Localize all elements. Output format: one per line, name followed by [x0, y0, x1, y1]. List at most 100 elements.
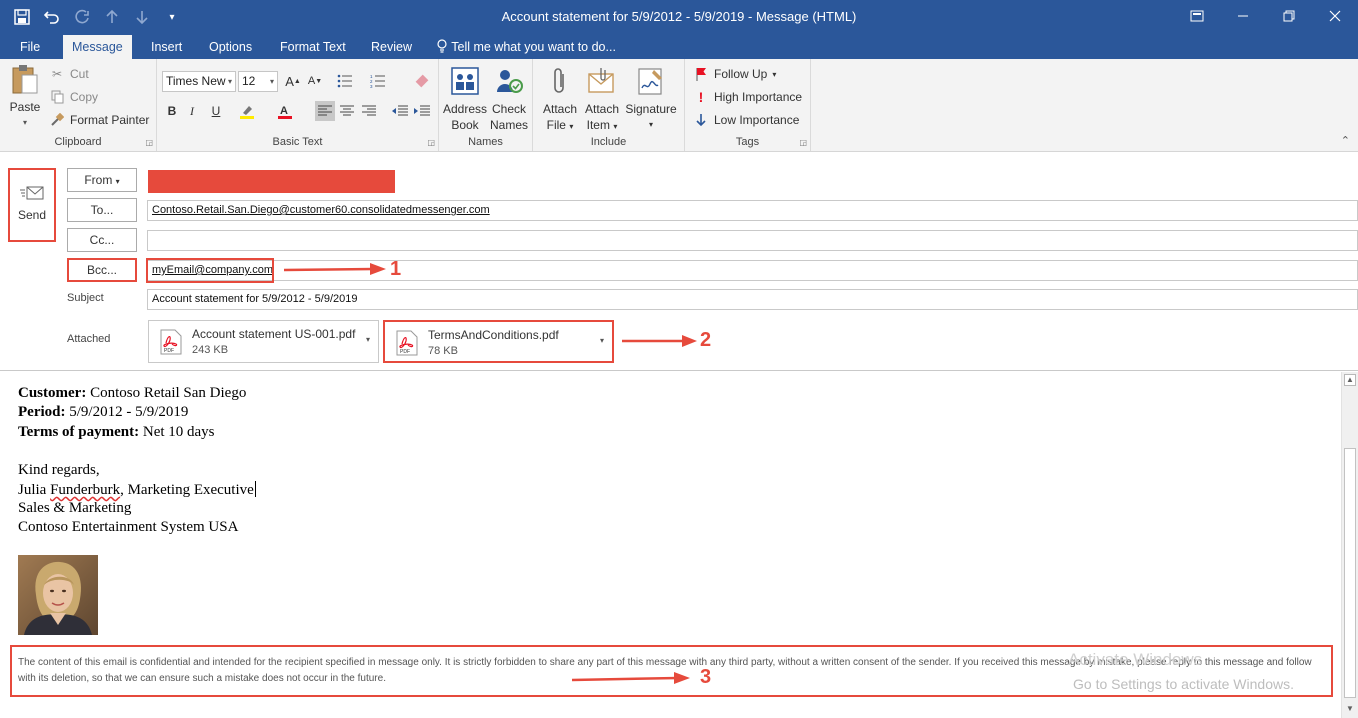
copy-label: Copy — [70, 90, 99, 104]
attach-file-label-2: File — [546, 118, 566, 132]
dialog-launcher-icon[interactable]: ◲ — [427, 138, 435, 147]
attach-item-label-1: Attach — [584, 102, 620, 116]
clipboard-group: Paste ▾ ✂ Cut Copy Format Painter Clipbo… — [0, 59, 157, 151]
follow-up-button[interactable]: Follow Up ▾ — [693, 66, 776, 82]
to-button[interactable]: To... — [67, 198, 137, 222]
align-right-icon[interactable] — [359, 101, 379, 121]
high-importance-button[interactable]: ! High Importance — [693, 89, 802, 105]
ribbon: Paste ▾ ✂ Cut Copy Format Painter Clipbo… — [0, 59, 1358, 152]
format-painter-button[interactable]: Format Painter — [49, 112, 149, 128]
chevron-down-icon[interactable]: ▾ — [366, 335, 370, 344]
tab-file[interactable]: File — [11, 35, 49, 59]
italic-icon[interactable]: I — [182, 101, 202, 121]
from-button[interactable]: From ▾ — [67, 168, 137, 192]
arrow-down-icon — [693, 112, 709, 128]
clear-formatting-icon[interactable] — [412, 71, 432, 91]
sig-last-name: Funderburk — [50, 482, 121, 498]
names-group: Address Book Check Names Names — [439, 59, 533, 151]
restore-icon[interactable] — [1266, 0, 1312, 32]
scissors-icon: ✂ — [51, 67, 63, 81]
signature-button[interactable]: Signature ▾ — [623, 65, 679, 133]
tab-insert[interactable]: Insert — [142, 35, 191, 59]
svg-text:PDF: PDF — [400, 349, 410, 355]
signature-label: Signature — [625, 102, 677, 116]
font-color-icon[interactable]: A — [275, 101, 295, 121]
chevron-down-icon: ▾ — [227, 77, 232, 86]
shrink-font-icon[interactable]: A ▼ — [305, 71, 325, 91]
align-left-icon[interactable] — [315, 101, 335, 121]
bullets-icon[interactable] — [335, 71, 355, 91]
terms-value: Net 10 days — [139, 424, 215, 440]
minimize-icon[interactable] — [1220, 0, 1266, 32]
annotation-number-3: 3 — [700, 666, 712, 688]
check-names-icon — [493, 65, 525, 97]
highlight-icon[interactable] — [237, 101, 257, 121]
scroll-up-icon[interactable]: ▲ — [1344, 374, 1356, 386]
attachment-item[interactable]: PDF Account statement US-001.pdf 243 KB … — [148, 320, 379, 363]
decrease-indent-icon[interactable] — [390, 101, 410, 121]
pdf-icon: PDF — [160, 329, 182, 355]
subject-label: Subject — [67, 292, 104, 304]
attachment-item[interactable]: PDF TermsAndConditions.pdf 78 KB ▾ — [383, 320, 614, 363]
tab-review[interactable]: Review — [362, 35, 421, 59]
cc-field[interactable] — [147, 230, 1358, 251]
tags-group-label: Tags — [735, 136, 760, 148]
attach-file-label-1: Attach — [542, 102, 578, 116]
grow-font-icon[interactable]: A ▲ — [283, 71, 303, 91]
ribbon-display-icon[interactable] — [1174, 0, 1220, 32]
attachment-name: TermsAndConditions.pdf — [428, 328, 559, 342]
attachment-name: Account statement US-001.pdf — [192, 327, 356, 341]
font-size-select[interactable]: 12 ▾ — [238, 71, 278, 92]
cut-button[interactable]: ✂ Cut — [49, 66, 89, 82]
sig-first-name: Julia — [18, 482, 51, 498]
copy-button[interactable]: Copy — [49, 89, 98, 105]
paste-button[interactable]: Paste ▾ — [6, 63, 44, 131]
chevron-down-icon[interactable]: ▾ — [600, 336, 604, 345]
vertical-scrollbar[interactable]: ▲ ▼ — [1341, 372, 1358, 718]
pdf-icon: PDF — [396, 330, 418, 356]
align-center-icon[interactable] — [337, 101, 357, 121]
bold-icon[interactable]: B — [162, 101, 182, 121]
send-button[interactable]: Send — [8, 168, 56, 242]
attach-file-button[interactable]: Attach File ▾ — [539, 65, 581, 135]
tab-options[interactable]: Options — [200, 35, 261, 59]
cut-label: Cut — [70, 67, 89, 81]
include-group-label: Include — [590, 136, 627, 148]
paste-label: Paste — [9, 100, 41, 114]
address-book-label-1: Address — [442, 102, 488, 116]
dialog-launcher-icon[interactable]: ◲ — [799, 138, 807, 147]
annotation-number-2: 2 — [700, 329, 712, 351]
attach-item-button[interactable]: Attach Item ▾ — [581, 65, 623, 135]
underline-icon[interactable]: U — [206, 101, 226, 121]
check-names-button[interactable]: Check Names — [488, 65, 530, 133]
header-divider — [0, 370, 1358, 371]
low-importance-button[interactable]: Low Importance — [693, 112, 799, 128]
annotation-number-1: 1 — [390, 258, 402, 280]
collapse-ribbon-icon[interactable]: ⌃ — [1341, 134, 1350, 147]
customer-line: Customer: Contoso Retail San Diego — [18, 385, 246, 402]
dialog-launcher-icon[interactable]: ◲ — [145, 138, 153, 147]
tab-format-text[interactable]: Format Text — [271, 35, 355, 59]
cc-button[interactable]: Cc... — [67, 228, 137, 252]
tags-group: Follow Up ▾ ! High Importance Low Importa… — [685, 59, 811, 151]
from-value-redacted — [148, 170, 395, 193]
tab-message[interactable]: Message — [63, 35, 132, 59]
font-name-select[interactable]: Times New ▾ — [162, 71, 236, 92]
bcc-recipient[interactable]: myEmail@company.com — [152, 264, 273, 276]
title-bar: ▾ Account statement for 5/9/2012 - 5/9/2… — [0, 0, 1358, 35]
paste-dropdown-icon[interactable]: ▾ — [6, 115, 44, 131]
attach-item-label-2: Item — [586, 118, 610, 132]
address-book-button[interactable]: Address Book — [442, 65, 488, 133]
scroll-down-icon[interactable]: ▼ — [1344, 704, 1356, 716]
bcc-button[interactable]: Bcc... — [67, 258, 137, 282]
increase-indent-icon[interactable] — [412, 101, 432, 121]
names-group-label: Names — [468, 136, 503, 148]
subject-field[interactable]: Account statement for 5/9/2012 - 5/9/201… — [147, 289, 1358, 310]
close-icon[interactable] — [1312, 0, 1358, 32]
to-recipient[interactable]: Contoso.Retail.San.Diego@customer60.cons… — [152, 204, 490, 216]
numbering-icon[interactable]: 123 — [368, 71, 388, 91]
to-field[interactable]: Contoso.Retail.San.Diego@customer60.cons… — [147, 200, 1358, 221]
scroll-thumb[interactable] — [1344, 448, 1356, 698]
text-cursor — [254, 481, 256, 497]
tell-me-box[interactable]: Tell me what you want to do... — [436, 35, 616, 59]
